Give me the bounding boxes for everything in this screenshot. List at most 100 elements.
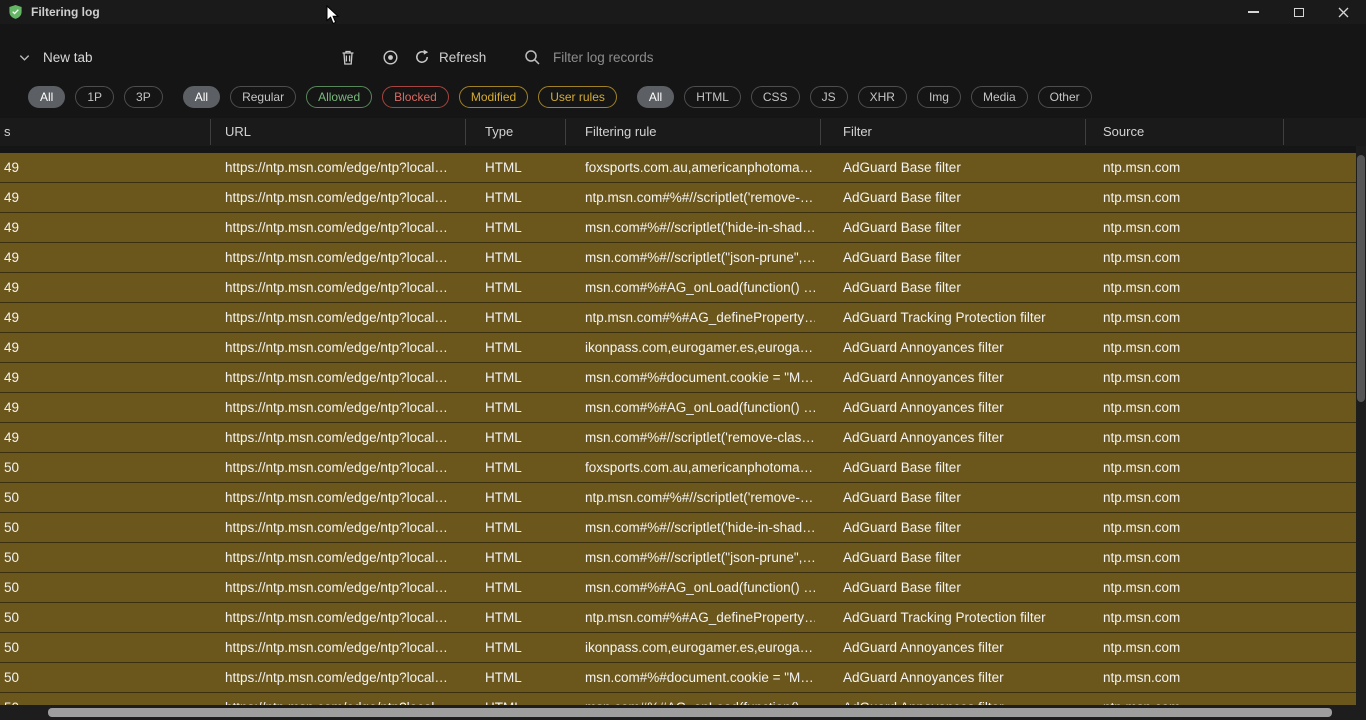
- cell-type: HTML: [485, 393, 558, 422]
- cell-source: ntp.msn.com: [1103, 423, 1278, 452]
- refresh-label: Refresh: [439, 50, 486, 65]
- cell-rule: ntp.msn.com#%#//scriptlet('remove-…: [585, 483, 815, 512]
- cell-source: ntp.msn.com: [1103, 633, 1278, 662]
- cell-type: HTML: [485, 303, 558, 332]
- cell-rule: msn.com#%#//scriptlet('hide-in-shad…: [585, 213, 815, 242]
- chip-img[interactable]: Img: [917, 86, 961, 108]
- column-divider[interactable]: [820, 119, 821, 145]
- column-header-source[interactable]: Source: [1103, 118, 1278, 146]
- table-row[interactable]: 49https://ntp.msn.com/edge/ntp?local…HTM…: [0, 183, 1356, 213]
- cell-type: HTML: [485, 483, 558, 512]
- column-header-type[interactable]: Type: [485, 118, 558, 146]
- table-row[interactable]: 50https://ntp.msn.com/edge/ntp?local…HTM…: [0, 633, 1356, 663]
- cell-type: HTML: [485, 603, 558, 632]
- cell-source: ntp.msn.com: [1103, 273, 1278, 302]
- chip-blocked[interactable]: Blocked: [382, 86, 449, 108]
- close-button[interactable]: [1321, 0, 1366, 24]
- table-row[interactable]: 49https://ntp.msn.com/edge/ntp?local…HTM…: [0, 243, 1356, 273]
- cell-url: https://ntp.msn.com/edge/ntp?local…: [225, 213, 458, 242]
- cell-url: https://ntp.msn.com/edge/ntp?local…: [225, 633, 458, 662]
- table-row[interactable]: 50https://ntp.msn.com/edge/ntp?local…HTM…: [0, 483, 1356, 513]
- table-row[interactable]: 50https://ntp.msn.com/edge/ntp?local…HTM…: [0, 513, 1356, 543]
- chip-regular[interactable]: Regular: [230, 86, 296, 108]
- cell-filter: AdGuard Base filter: [843, 213, 1078, 242]
- cell-filter: AdGuard Base filter: [843, 543, 1078, 572]
- chip-all[interactable]: All: [28, 86, 65, 108]
- cell-rule: ntp.msn.com#%#//scriptlet('remove-…: [585, 183, 815, 212]
- cell-source: ntp.msn.com: [1103, 213, 1278, 242]
- table-row[interactable]: 49https://ntp.msn.com/edge/ntp?local…HTM…: [0, 213, 1356, 243]
- vertical-scrollbar[interactable]: [1356, 146, 1366, 705]
- chip-1p[interactable]: 1P: [75, 86, 114, 108]
- column-divider[interactable]: [465, 119, 466, 145]
- cell-url: https://ntp.msn.com/edge/ntp?local…: [225, 423, 458, 452]
- cell-source: ntp.msn.com: [1103, 693, 1278, 705]
- column-divider[interactable]: [1085, 119, 1086, 145]
- cell-time: 49: [4, 243, 204, 272]
- vertical-scrollbar-thumb[interactable]: [1357, 155, 1365, 402]
- chip-other[interactable]: Other: [1038, 86, 1092, 108]
- toolbar: New tab Refresh: [0, 24, 1366, 82]
- chip-js[interactable]: JS: [810, 86, 848, 108]
- refresh-button[interactable]: Refresh: [414, 43, 486, 71]
- search-input[interactable]: [553, 50, 853, 65]
- table-row[interactable]: 50https://ntp.msn.com/edge/ntp?local…HTM…: [0, 573, 1356, 603]
- table-row[interactable]: 49https://ntp.msn.com/edge/ntp?local…HTM…: [0, 423, 1356, 453]
- table-row[interactable]: 49https://ntp.msn.com/edge/ntp?local…HTM…: [0, 153, 1356, 183]
- table-row[interactable]: 49https://ntp.msn.com/edge/ntp?local…HTM…: [0, 363, 1356, 393]
- clear-log-button[interactable]: [334, 43, 362, 71]
- column-divider[interactable]: [210, 119, 211, 145]
- chip-user-rules[interactable]: User rules: [538, 86, 617, 108]
- record-toggle-button[interactable]: [376, 43, 404, 71]
- column-header-time[interactable]: s: [4, 118, 204, 146]
- cell-type: HTML: [485, 213, 558, 242]
- table-row[interactable]: 50 https://ntp.msn.com/edge/ntp?local… HTM…: [0, 663, 1356, 693]
- column-header-filter[interactable]: Filter: [843, 118, 1078, 146]
- chip-allowed[interactable]: Allowed: [306, 86, 372, 108]
- table-row[interactable]: 50https://ntp.msn.com/edge/ntp?local…HTM…: [0, 693, 1356, 705]
- cell-rule: ntp.msn.com#%#AG_defineProperty…: [585, 603, 815, 632]
- cell-url: https://ntp.msn.com/edge/ntp?local…: [225, 183, 458, 212]
- table-row[interactable]: 50https://ntp.msn.com/edge/ntp?local…HTM…: [0, 543, 1356, 573]
- cell-filter: AdGuard Annoyances filter: [843, 663, 1078, 692]
- cell-filter: AdGuard Base filter: [843, 483, 1078, 512]
- cell-time: 50: [4, 633, 204, 662]
- cell-type: HTML: [485, 333, 558, 362]
- minimize-button[interactable]: [1231, 0, 1276, 24]
- chip-all[interactable]: All: [183, 86, 220, 108]
- cell-filter: AdGuard Base filter: [843, 153, 1078, 182]
- chip-media[interactable]: Media: [971, 86, 1028, 108]
- tab-selector[interactable]: New tab: [18, 44, 93, 70]
- chip-html[interactable]: HTML: [684, 86, 741, 108]
- maximize-button[interactable]: [1276, 0, 1321, 24]
- table-row[interactable]: 49https://ntp.msn.com/edge/ntp?local…HTM…: [0, 303, 1356, 333]
- column-divider[interactable]: [1283, 119, 1284, 145]
- table-row[interactable]: 49https://ntp.msn.com/edge/ntp?local…HTM…: [0, 333, 1356, 363]
- table-row[interactable]: 49https://ntp.msn.com/edge/ntp?local…HTM…: [0, 273, 1356, 303]
- table-row[interactable]: 49https://ntp.msn.com/edge/ntp?local…HTM…: [0, 393, 1356, 423]
- cell-time: 50: [4, 453, 204, 482]
- cell-type: HTML: [485, 513, 558, 542]
- table-row[interactable]: 50https://ntp.msn.com/edge/ntp?local…HTM…: [0, 453, 1356, 483]
- column-header-rule[interactable]: Filtering rule: [585, 118, 815, 146]
- horizontal-scrollbar-thumb[interactable]: [48, 708, 1332, 717]
- chip-all[interactable]: All: [637, 86, 674, 108]
- cell-filter: AdGuard Base filter: [843, 273, 1078, 302]
- chip-3p[interactable]: 3P: [124, 86, 163, 108]
- cell-time: 50: [4, 543, 204, 572]
- cell-url: https://ntp.msn.com/edge/ntp?local…: [225, 453, 458, 482]
- column-header-url[interactable]: URL: [225, 118, 458, 146]
- cell-time: 49: [4, 393, 204, 422]
- cell-time: 50: [4, 663, 204, 692]
- chip-modified[interactable]: Modified: [459, 86, 528, 108]
- chip-css[interactable]: CSS: [751, 86, 800, 108]
- table-row[interactable]: 50https://ntp.msn.com/edge/ntp?local…HTM…: [0, 603, 1356, 633]
- cell-type: HTML: [485, 663, 558, 692]
- cell-url: https://ntp.msn.com/edge/ntp?local…: [225, 663, 458, 692]
- column-divider[interactable]: [565, 119, 566, 145]
- cell-rule: msn.com#%#AG_onLoad(function() …: [585, 693, 815, 705]
- chip-xhr[interactable]: XHR: [858, 86, 907, 108]
- horizontal-scrollbar[interactable]: [0, 705, 1366, 720]
- cell-url: https://ntp.msn.com/edge/ntp?local…: [225, 513, 458, 542]
- cell-source: ntp.msn.com: [1103, 543, 1278, 572]
